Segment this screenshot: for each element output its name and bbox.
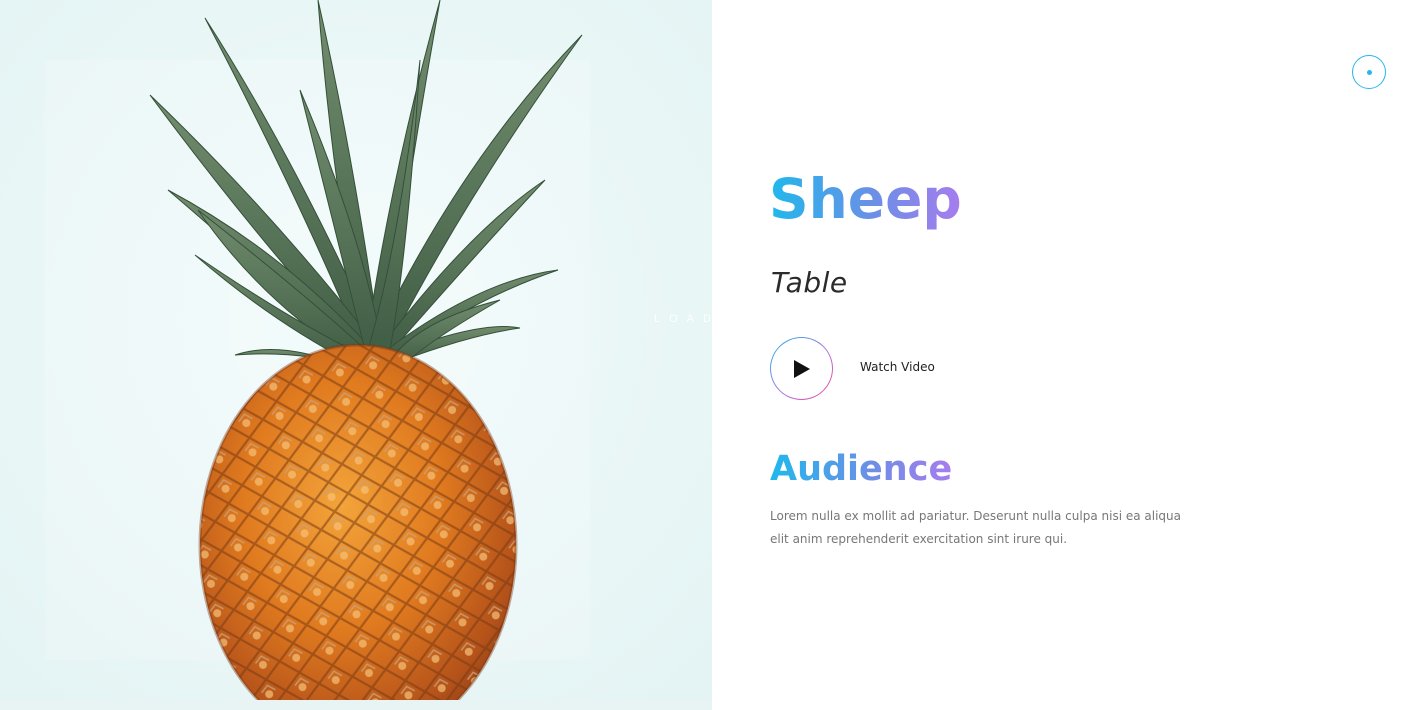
dot-circle-icon (1367, 70, 1372, 75)
menu-toggle-button[interactable] (1352, 55, 1386, 89)
pineapple-image (0, 0, 712, 710)
page-subtitle: Table (771, 266, 848, 299)
section-body-text: Lorem nulla ex mollit ad pariatur. Deser… (770, 509, 1181, 546)
play-icon (794, 360, 810, 378)
watch-video-link[interactable]: Watch Video (860, 360, 935, 374)
play-button-inner (771, 338, 832, 399)
section-heading: Audience (770, 446, 952, 492)
page-title: Sheep (769, 163, 962, 235)
hero-image: LOAD (0, 0, 712, 710)
content-panel: Sheep Table Watch Video Audience Lorem n… (712, 0, 1423, 710)
page: LOAD Sheep Table Watch Video Audience Lo… (0, 0, 1423, 710)
play-video-button[interactable] (770, 337, 833, 400)
loading-text: LOAD (654, 313, 711, 325)
